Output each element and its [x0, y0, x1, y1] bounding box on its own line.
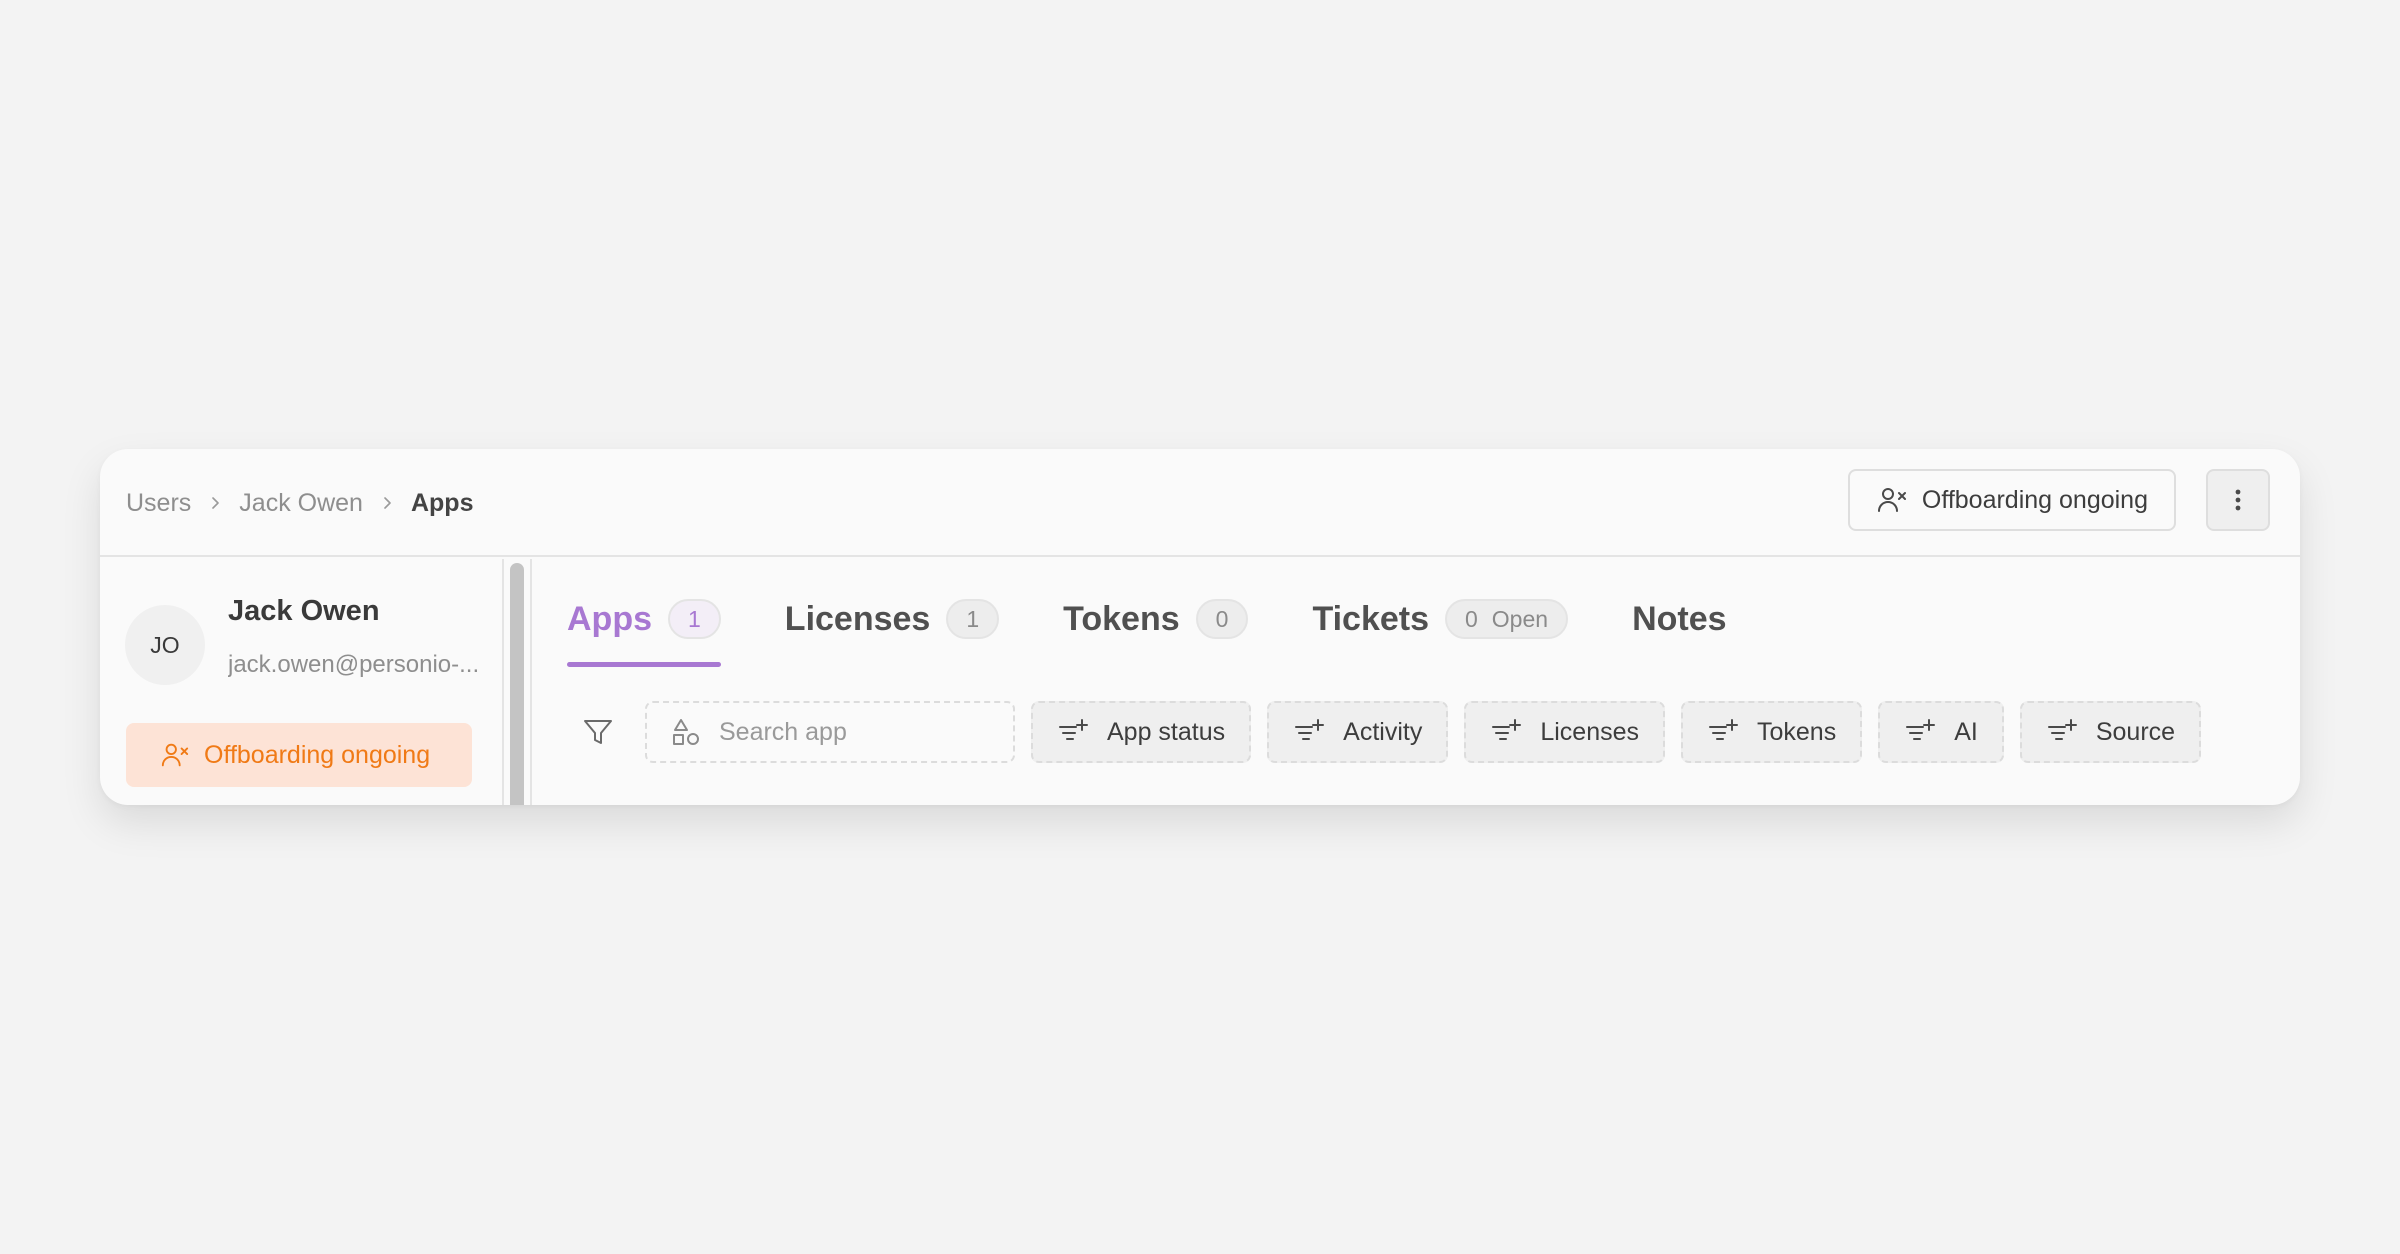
tab-count: 0 [1465, 605, 1478, 632]
user-email: jack.owen@personio-... [228, 651, 480, 678]
tab-tokens[interactable]: Tokens 0 [1063, 599, 1249, 649]
vertical-divider [530, 559, 532, 805]
tab-label: Licenses [784, 599, 931, 638]
filter-chip-licenses[interactable]: Licenses [1464, 701, 1665, 763]
filter-chip-source[interactable]: Source [2019, 701, 2202, 763]
tab-label: Tokens [1063, 599, 1180, 638]
breadcrumb: Users Jack Owen Apps [126, 449, 473, 557]
user-x-icon [1877, 488, 1906, 512]
user-detail-panel: Users Jack Owen Apps Offboarding ongoing… [100, 449, 2300, 805]
chevron-right-icon [191, 495, 239, 511]
filter-add-icon [2047, 719, 2077, 740]
filter-bar: App status Activity Licenses Tokens AI [567, 701, 2217, 763]
filter-chip-label: App status [1107, 717, 1226, 746]
funnel-icon [584, 720, 612, 744]
breadcrumb-user[interactable]: Jack Owen [239, 489, 363, 518]
filter-chip-activity[interactable]: Activity [1267, 701, 1449, 763]
tab-count-badge: 1 [946, 599, 1000, 639]
more-vertical-icon [2235, 489, 2241, 511]
filter-add-icon [1492, 719, 1522, 740]
user-x-icon [161, 743, 189, 767]
filter-button[interactable] [567, 701, 629, 763]
tab-count-badge: 1 [668, 599, 721, 639]
filter-chip-label: Activity [1343, 717, 1423, 746]
top-bar: Users Jack Owen Apps Offboarding ongoing [100, 449, 2300, 557]
search-app-input[interactable] [719, 717, 999, 747]
tab-count-badge: 0 Open [1445, 599, 1569, 639]
filter-chip-label: Tokens [1757, 717, 1837, 746]
filter-add-icon [1059, 719, 1088, 740]
chevron-right-icon [363, 495, 411, 511]
search-app-field[interactable] [645, 701, 1015, 763]
tab-licenses[interactable]: Licenses 1 [784, 599, 1000, 649]
tab-bar: Apps 1 Licenses 1 Tokens 0 Tickets 0 Ope… [567, 599, 1791, 667]
tab-count-badge: 0 [1195, 599, 1249, 639]
offboarding-status-label: Offboarding ongoing [1921, 485, 2148, 514]
user-name: Jack Owen [228, 595, 380, 627]
offboarding-status-badge[interactable]: Offboarding ongoing [126, 723, 472, 787]
tab-tickets[interactable]: Tickets 0 Open [1312, 599, 1569, 649]
filter-chip-label: AI [1954, 717, 1978, 746]
filter-chip-label: Licenses [1540, 717, 1639, 746]
breadcrumb-users[interactable]: Users [126, 489, 191, 518]
tab-count-suffix: Open [1491, 605, 1549, 632]
shapes-icon [673, 719, 699, 745]
breadcrumb-current: Apps [410, 488, 474, 517]
filter-chip-ai[interactable]: AI [1878, 701, 2004, 763]
more-options-button[interactable] [2206, 469, 2270, 531]
offboarding-status-badge-label: Offboarding ongoing [204, 740, 431, 769]
sidebar-scrollbar[interactable] [510, 563, 524, 805]
avatar: JO [125, 605, 205, 685]
offboarding-status-button[interactable]: Offboarding ongoing [1847, 469, 2176, 531]
filter-add-icon [1709, 719, 1738, 740]
filter-add-icon [1906, 719, 1936, 740]
tab-notes[interactable]: Notes [1632, 600, 1726, 649]
tab-apps[interactable]: Apps 1 [567, 599, 721, 667]
tab-label: Apps [567, 599, 652, 638]
filter-add-icon [1295, 719, 1325, 740]
tab-label: Notes [1632, 599, 1727, 638]
user-sidebar: JO Jack Owen jack.owen@personio-... Offb… [100, 559, 504, 805]
filter-chip-tokens[interactable]: Tokens [1681, 701, 1863, 763]
filter-chip-label: Source [2095, 717, 2176, 746]
filter-chip-app-status[interactable]: App status [1031, 701, 1252, 763]
tab-label: Tickets [1312, 599, 1429, 638]
